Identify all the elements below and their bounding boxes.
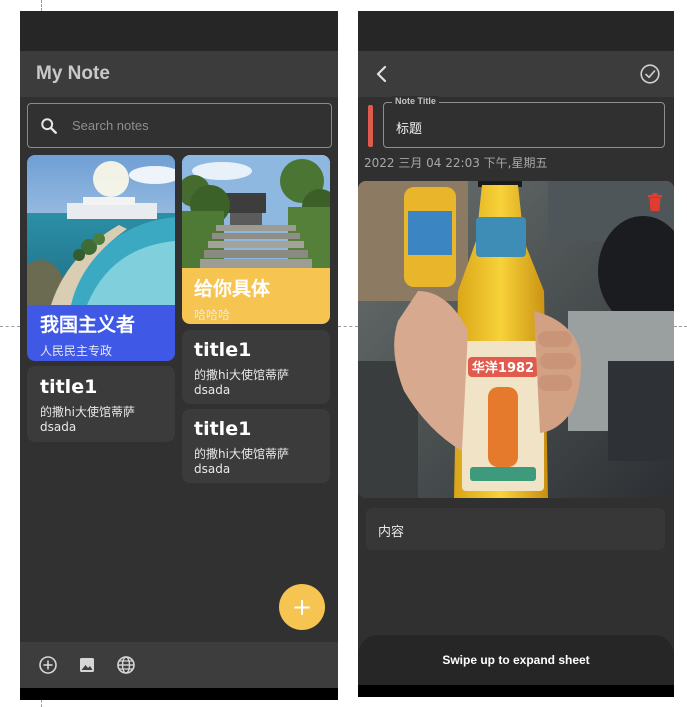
sheet-hint-text: Swipe up to expand sheet bbox=[442, 653, 590, 667]
card-subtitle: 哈哈哈 bbox=[194, 308, 231, 322]
guide-line bbox=[0, 326, 20, 327]
card-subtitle: 人民民主专政 bbox=[40, 344, 113, 358]
card-extra: dsada bbox=[194, 462, 231, 476]
bottle-photo: 华洋1982 bbox=[358, 181, 674, 498]
card-title: title1 bbox=[194, 418, 252, 440]
card-title: title1 bbox=[40, 376, 98, 398]
card-title: 我国主义者 bbox=[40, 314, 136, 336]
garden-stairs-photo bbox=[182, 155, 330, 268]
status-bar bbox=[20, 11, 338, 51]
note-title-label: Note Title bbox=[392, 96, 439, 106]
note-card[interactable]: 给你具体 哈哈哈 bbox=[182, 155, 330, 324]
system-nav-bar bbox=[358, 685, 674, 697]
search-placeholder: Search notes bbox=[72, 118, 149, 133]
system-nav-bar bbox=[20, 688, 338, 700]
card-title: title1 bbox=[194, 339, 252, 361]
chevron-left-icon[interactable] bbox=[371, 63, 393, 85]
card-extra: dsada bbox=[194, 383, 231, 397]
card-subtitle: 的撒hi大使馆蒂萨 bbox=[194, 447, 289, 461]
guide-line bbox=[41, 700, 42, 707]
note-card[interactable]: title1 的撒hi大使馆蒂萨 dsada bbox=[27, 366, 175, 442]
search-icon bbox=[41, 117, 57, 134]
add-circle-icon[interactable] bbox=[38, 655, 58, 675]
note-title-field[interactable]: Note Title 标题 bbox=[383, 96, 665, 148]
search-input[interactable]: Search notes bbox=[27, 103, 332, 148]
image-icon[interactable] bbox=[77, 655, 97, 675]
note-card[interactable]: 我国主义者 人民民主专政 bbox=[27, 155, 175, 361]
note-card[interactable]: title1 的撒hi大使馆蒂萨 dsada bbox=[182, 409, 330, 483]
status-bar bbox=[358, 11, 674, 51]
guide-line bbox=[338, 326, 358, 327]
card-subtitle: 的撒hi大使馆蒂萨 bbox=[40, 405, 135, 419]
note-color-indicator bbox=[368, 105, 373, 147]
add-note-button[interactable]: + bbox=[279, 584, 325, 630]
note-card[interactable]: title1 的撒hi大使馆蒂萨 dsada bbox=[182, 330, 330, 404]
bottom-sheet-handle[interactable]: Swipe up to expand sheet bbox=[358, 635, 674, 685]
note-date: 2022 三月 04 22:03 下午,星期五 bbox=[364, 156, 548, 170]
guide-line bbox=[674, 326, 687, 327]
note-title-value: 标题 bbox=[396, 122, 423, 137]
trash-icon[interactable] bbox=[647, 193, 663, 211]
card-extra: dsada bbox=[40, 420, 77, 434]
card-subtitle: 的撒hi大使馆蒂萨 bbox=[194, 368, 289, 382]
bottom-toolbar bbox=[20, 642, 338, 688]
bottle-label-text: 华洋1982 bbox=[472, 360, 534, 376]
globe-icon[interactable] bbox=[116, 655, 136, 675]
check-circle-icon[interactable] bbox=[639, 63, 661, 85]
note-editor-screen: Note Title 标题 2022 三月 04 22:03 下午,星期五 华洋… bbox=[358, 11, 674, 697]
screenshot-canvas: My Note Search notes 我国主义者 人民民主专政 title1… bbox=[0, 0, 687, 707]
note-content-field[interactable]: 内容 bbox=[366, 508, 665, 550]
guide-line bbox=[41, 0, 42, 11]
ocean-resort-photo bbox=[27, 155, 175, 305]
card-title: 给你具体 bbox=[194, 278, 271, 300]
note-content-text: 内容 bbox=[378, 525, 405, 540]
app-bar bbox=[358, 51, 674, 97]
app-bar: My Note bbox=[20, 51, 338, 97]
app-title: My Note bbox=[36, 63, 110, 84]
notes-list-screen: My Note Search notes 我国主义者 人民民主专政 title1… bbox=[20, 11, 338, 700]
